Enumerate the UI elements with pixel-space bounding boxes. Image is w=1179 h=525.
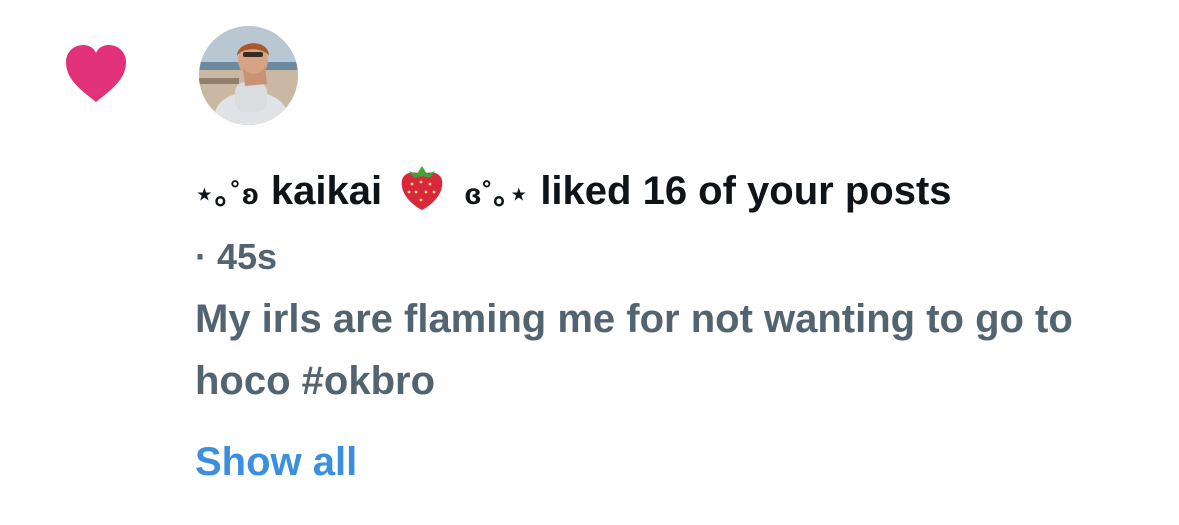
action-text: liked 16 of your posts bbox=[540, 169, 952, 213]
post-preview-text[interactable]: My irls are flaming me for not wanting t… bbox=[195, 288, 1145, 412]
separator-dot: · bbox=[195, 236, 207, 277]
show-all-link[interactable]: Show all bbox=[195, 434, 357, 490]
strawberry-icon bbox=[401, 166, 443, 210]
notification-content: ⋆｡˚ʚ kaikai ɞ˚｡⋆ liked 16 of your posts … bbox=[195, 160, 1145, 412]
name-prefix: ⋆｡˚ʚ bbox=[195, 178, 260, 211]
user-name[interactable]: kaikai bbox=[271, 169, 382, 213]
name-suffix: ɞ˚｡⋆ bbox=[464, 178, 530, 211]
notification-headline: ⋆｡˚ʚ kaikai ɞ˚｡⋆ liked 16 of your posts bbox=[195, 160, 1145, 226]
like-notification[interactable]: ⋆｡˚ʚ kaikai ɞ˚｡⋆ liked 16 of your posts … bbox=[0, 0, 1179, 525]
avatar-photo bbox=[199, 26, 298, 125]
avatar[interactable] bbox=[199, 26, 298, 125]
time-ago: 45s bbox=[217, 236, 278, 277]
heart-icon bbox=[66, 45, 126, 102]
timestamp: · 45s bbox=[195, 226, 1145, 288]
